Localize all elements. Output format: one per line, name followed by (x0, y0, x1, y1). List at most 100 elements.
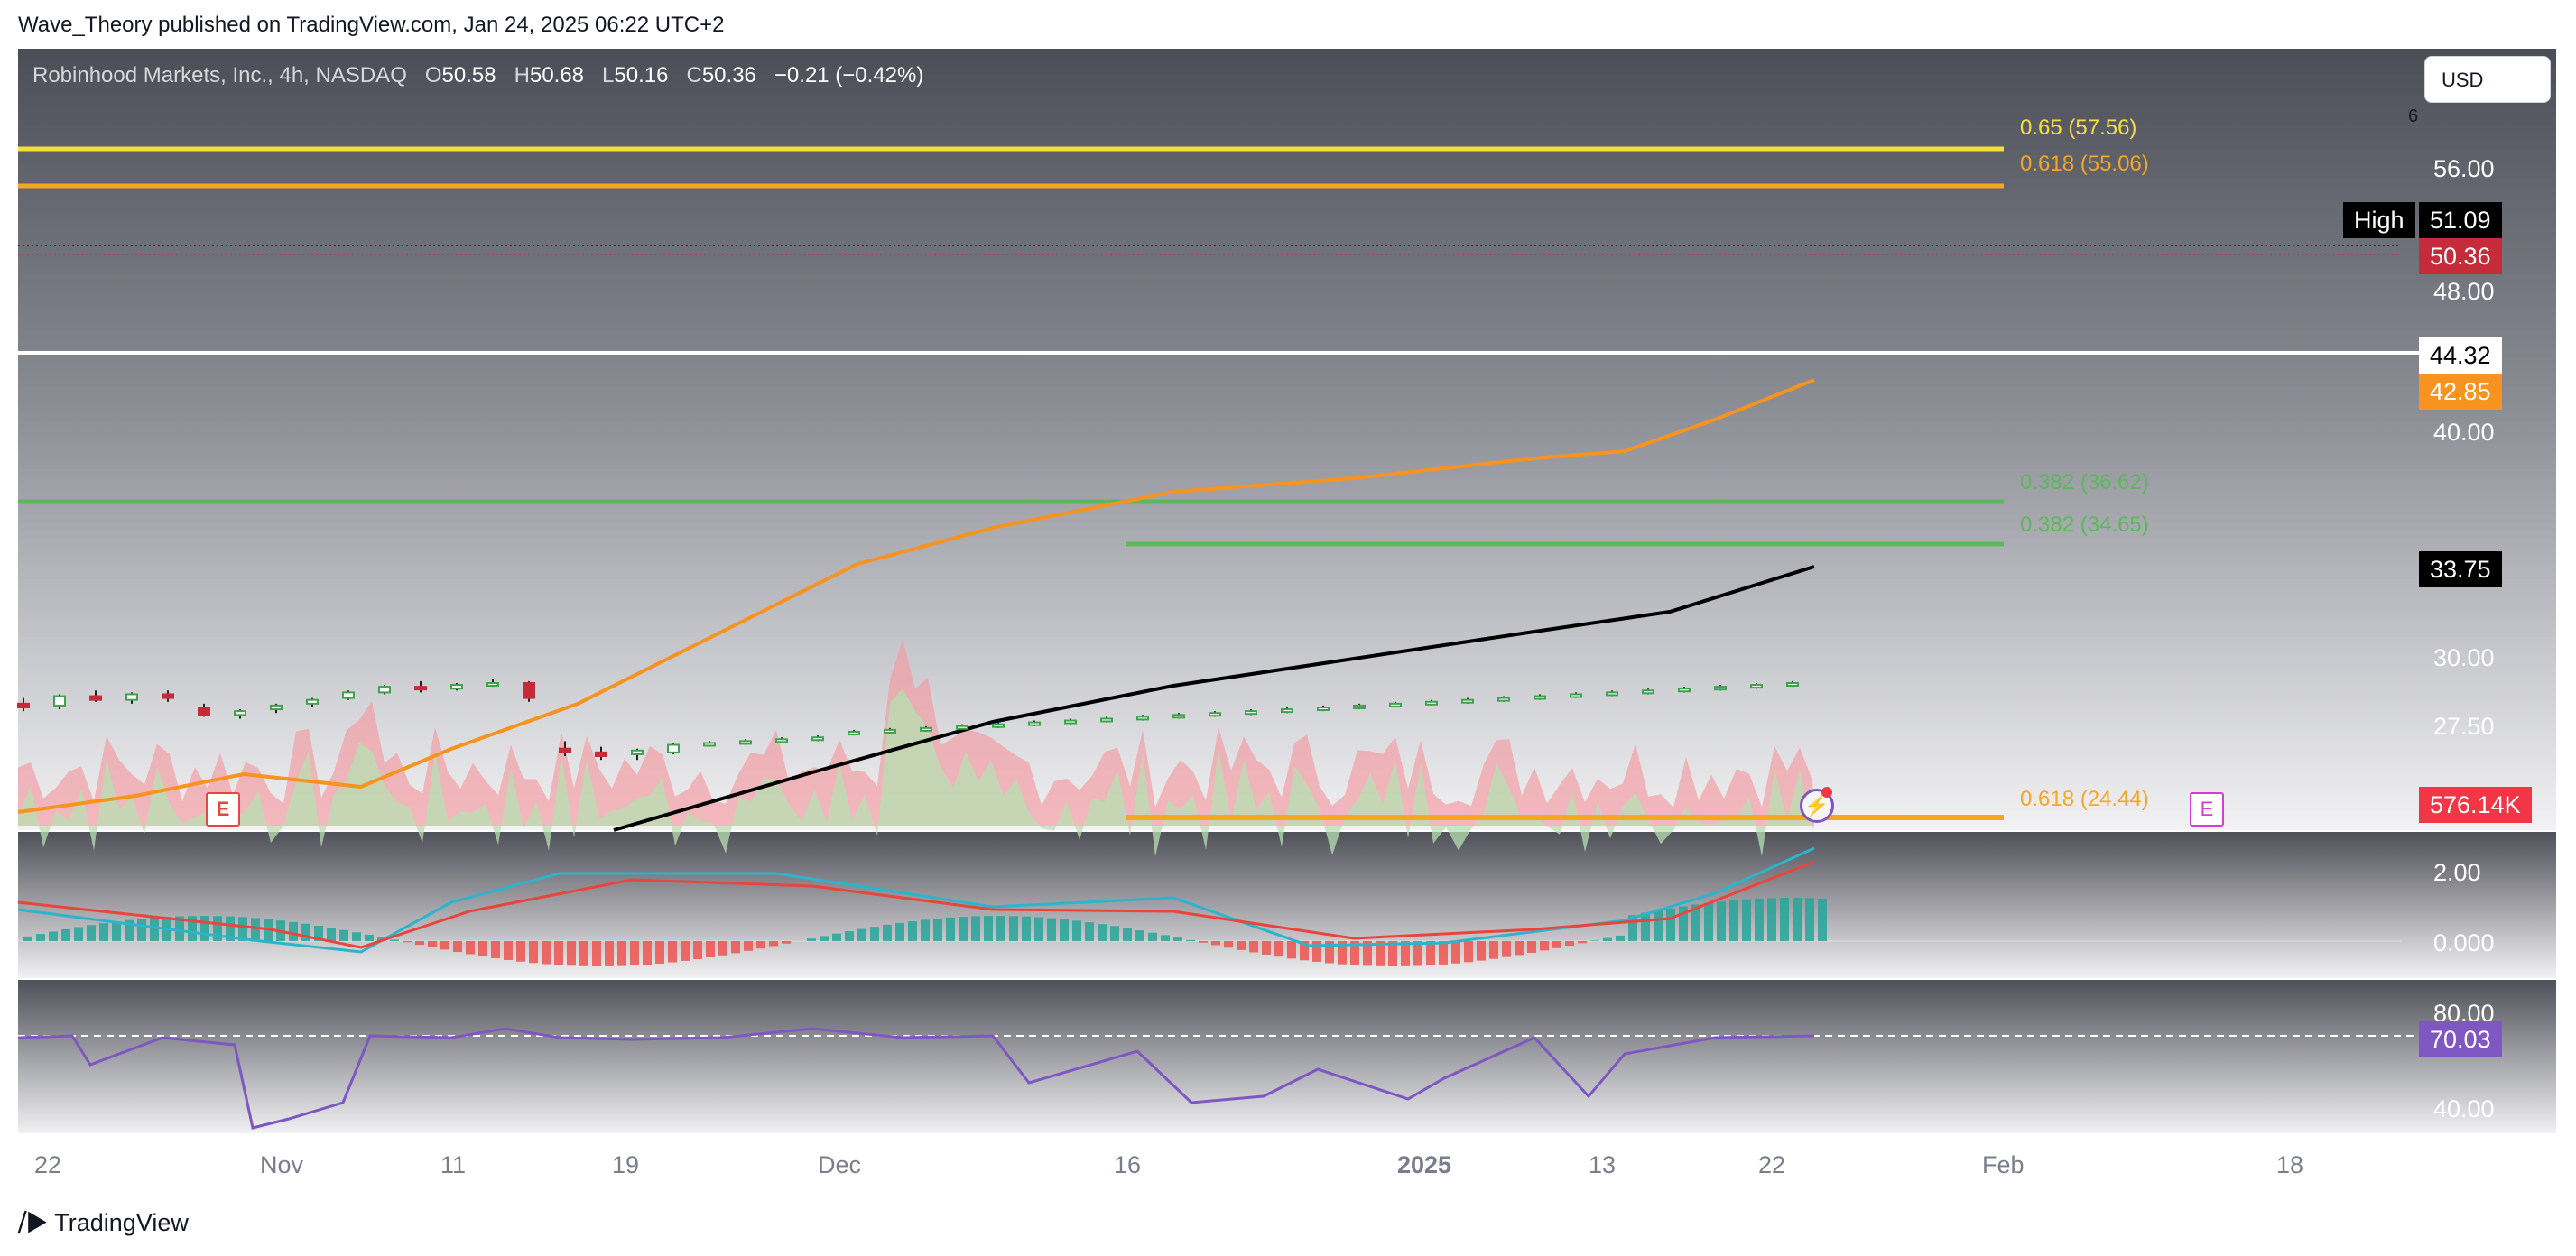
time-label-dec: Dec (818, 1151, 862, 1178)
macd-histogram-bar (453, 941, 462, 953)
macd-histogram-bar (946, 917, 955, 941)
candle-body (920, 726, 932, 732)
candle-body (306, 698, 319, 705)
time-label-22-oct: 22 (34, 1151, 62, 1178)
candle-body (811, 736, 824, 742)
tradingview-snapshot: Wave_Theory published on TradingView.com… (0, 0, 2576, 1256)
tradingview-logo[interactable]: ⧸▶ TradingView (18, 1209, 189, 1238)
candle-body (1606, 691, 1618, 697)
macd-histogram-bar (1502, 941, 1511, 957)
macd-histogram-bar (1717, 901, 1726, 941)
fib-0618-lower-label: 0.618 (24.44) (2020, 787, 2149, 811)
macd-histogram-bar (1262, 941, 1271, 955)
candle-body (1064, 719, 1077, 725)
macd-histogram-bar (466, 941, 475, 955)
macd-histogram-bar (1515, 941, 1524, 956)
earnings-marker-past[interactable]: E (206, 792, 240, 827)
macd-histogram-bar (1780, 898, 1789, 941)
macd-histogram-bar (1464, 941, 1473, 963)
macd-histogram-bar (933, 919, 942, 941)
candle-body (1100, 717, 1113, 723)
macd-histogram-bar (554, 941, 563, 965)
candle-body (1245, 710, 1257, 716)
rsi-pane-bg (18, 980, 2556, 1133)
macd-histogram-bar (1641, 912, 1650, 941)
macd-histogram-bar (744, 941, 753, 951)
macd-histogram-bar (617, 941, 626, 966)
macd-histogram-bar (352, 932, 361, 941)
high-label-tag: High (2343, 202, 2415, 238)
currency-button[interactable]: USD (2424, 56, 2551, 103)
macd-histogram-bar (693, 941, 702, 960)
price-axis-30: 30.00 (2433, 644, 2495, 671)
macd-histogram-bar (1098, 924, 1107, 941)
candle-body (1028, 721, 1041, 726)
candle-body (1678, 688, 1691, 693)
macd-histogram-bar (1451, 941, 1460, 964)
candle-body (198, 706, 210, 716)
candle-body (125, 693, 138, 701)
macd-histogram-bar (74, 927, 83, 941)
time-label-nov: Nov (260, 1151, 304, 1178)
macd-histogram-bar (327, 928, 336, 941)
macd-histogram-bar (908, 921, 917, 941)
open-label: O (424, 63, 442, 88)
macd-histogram-bar (49, 931, 58, 941)
earnings-marker-upcoming[interactable]: E (2190, 792, 2224, 827)
candle-body (378, 686, 391, 694)
macd-histogram-bar (1818, 898, 1827, 941)
macd-histogram-bar (1123, 928, 1132, 941)
macd-histogram-bar (23, 936, 32, 941)
macd-histogram-bar (895, 922, 904, 941)
macd-histogram-bar (1211, 941, 1220, 946)
macd-histogram-bar (1489, 941, 1498, 959)
candle-body (1642, 689, 1654, 695)
candle-body (1353, 704, 1366, 709)
macd-histogram-bar (1527, 941, 1536, 953)
candle-body (162, 693, 174, 699)
macd-histogram-bar (769, 941, 778, 947)
macd-histogram-bar (807, 938, 816, 941)
candle-body (1172, 714, 1185, 719)
candle-body (595, 751, 607, 757)
candle-body (342, 691, 355, 699)
macd-histogram-bar (1439, 941, 1448, 965)
logo-text: TradingView (54, 1209, 189, 1236)
candle-body (1534, 695, 1546, 700)
macd-histogram-bar (1173, 937, 1182, 941)
time-label-11: 11 (440, 1151, 467, 1178)
macd-histogram-bar (706, 941, 715, 957)
macd-histogram-bar (1237, 941, 1246, 950)
candle-body (414, 686, 427, 691)
macd-histogram-bar (478, 941, 487, 956)
alert-dot-icon (1821, 787, 1832, 798)
symbol-legend[interactable]: Robinhood Markets, Inc., 4h, NASDAQ O50.… (32, 63, 923, 88)
macd-histogram-bar (99, 923, 108, 941)
macd-histogram-bar (857, 928, 866, 941)
resistance-tag: 44.32 (2419, 337, 2502, 374)
fib-0618-upper-label: 0.618 (55.06) (2020, 152, 2149, 176)
macd-histogram-bar (630, 941, 639, 965)
chart-canvas[interactable] (0, 0, 2576, 1256)
macd-histogram-bar (150, 918, 159, 941)
macd-histogram-bar (1186, 939, 1195, 941)
rsi-axis-40: 40.00 (2433, 1095, 2495, 1122)
candle-body (270, 704, 283, 711)
candle-body (1425, 700, 1438, 706)
macd-histogram-bar (1022, 916, 1031, 941)
macd-histogram-bar (491, 941, 500, 958)
candle-body (1209, 712, 1221, 717)
close-value: 50.36 (701, 63, 756, 88)
candle-body (739, 740, 752, 745)
macd-histogram-bar (1287, 941, 1296, 959)
macd-histogram-bar (390, 939, 399, 941)
macd-histogram-bar (756, 941, 765, 949)
candle-body (1136, 716, 1149, 721)
macd-histogram-bar (301, 923, 310, 941)
price-axis-27-50: 27.50 (2433, 713, 2495, 740)
time-label-16: 16 (1114, 1151, 1142, 1178)
macd-histogram-bar (365, 934, 374, 941)
candle-body (956, 725, 968, 730)
macd-histogram-bar (137, 919, 146, 941)
macd-histogram-bar (251, 918, 260, 941)
